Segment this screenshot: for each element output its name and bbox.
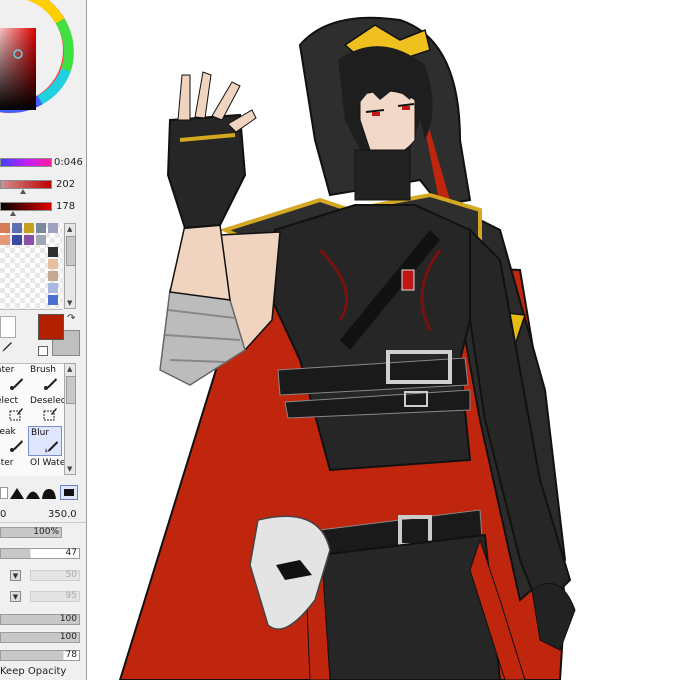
- persistence-value: 100: [59, 614, 77, 624]
- swatch[interactable]: [48, 259, 58, 269]
- tool-break[interactable]: reak: [0, 426, 28, 456]
- opacity-value: 100: [59, 632, 77, 642]
- swatch[interactable]: [48, 283, 58, 293]
- hue-value: 0:046: [54, 157, 83, 168]
- swatch[interactable]: [24, 235, 34, 245]
- saturation-slider[interactable]: [0, 180, 52, 189]
- swatch[interactable]: [0, 235, 10, 245]
- brush-shape-row: [0, 485, 86, 501]
- tool-water-2[interactable]: ster: [0, 457, 28, 487]
- tool-scrollbar[interactable]: ▲ ▼: [64, 363, 76, 475]
- tool-label: Blur: [31, 428, 50, 438]
- size-max-label: 0: [0, 509, 7, 520]
- min-size-value: 100%: [33, 527, 59, 537]
- scroll-up-icon[interactable]: ▲: [67, 225, 72, 233]
- brush-shape-option[interactable]: [10, 487, 24, 499]
- scroll-down-icon[interactable]: ▼: [67, 465, 72, 473]
- swatch[interactable]: [0, 223, 10, 233]
- tool-label: elect: [0, 396, 19, 406]
- drawing-canvas[interactable]: [87, 0, 680, 680]
- opacity-slider[interactable]: 100: [0, 632, 80, 643]
- size-row[interactable]: 0 350.0: [0, 509, 86, 523]
- keep-opacity-label[interactable]: Keep Opacity: [0, 666, 66, 677]
- brush-shape-option[interactable]: [0, 487, 8, 499]
- reset-colors-icon[interactable]: [38, 346, 48, 356]
- blur-icon: [45, 441, 58, 453]
- saturation-handle[interactable]: [20, 189, 26, 194]
- tool-deselect[interactable]: Deselect: [28, 395, 69, 425]
- density-value: 47: [65, 548, 77, 558]
- swatch-grid[interactable]: [0, 223, 62, 310]
- tool-oil-water[interactable]: Ol Wate: [28, 457, 66, 487]
- brush-shape-option[interactable]: [42, 487, 56, 499]
- brush-shape-option[interactable]: [26, 487, 40, 499]
- brush-shape-selected[interactable]: [60, 485, 78, 500]
- main-color[interactable]: [38, 314, 64, 340]
- chevron-down-icon: ▼: [12, 572, 19, 580]
- blur-strength-value: 78: [65, 650, 77, 660]
- character-illustration: [118, 16, 576, 680]
- swatch[interactable]: [24, 223, 34, 233]
- tool-select[interactable]: elect: [0, 395, 28, 425]
- scroll-thumb[interactable]: [66, 376, 76, 404]
- tool-panel: 0:046 202 178 ▲ ▼ ↷ ater: [0, 0, 87, 680]
- size-value: 350.0: [48, 509, 77, 520]
- chevron-down-icon: ▼: [12, 593, 19, 601]
- brush-icon: [10, 378, 23, 390]
- scroll-up-icon[interactable]: ▲: [67, 365, 72, 373]
- swatch-scrollbar[interactable]: ▲ ▼: [64, 223, 76, 309]
- eyedropper-icon[interactable]: [0, 340, 14, 354]
- tool-label: ster: [0, 458, 14, 468]
- swatch[interactable]: [48, 295, 58, 305]
- value-slider[interactable]: [0, 202, 52, 211]
- brush-icon: [44, 378, 57, 390]
- persistence-slider[interactable]: 100: [0, 614, 80, 625]
- tool-label: reak: [0, 427, 16, 437]
- hue-slider[interactable]: [0, 158, 52, 167]
- scroll-down-icon[interactable]: ▼: [67, 299, 72, 307]
- tool-label: Ol Wate: [30, 458, 66, 468]
- swatch[interactable]: [36, 223, 46, 233]
- blur-strength-slider[interactable]: 78: [0, 650, 80, 661]
- tool-water[interactable]: ater: [0, 364, 28, 394]
- brush-icon: [10, 440, 23, 452]
- blending-value: 50: [65, 570, 77, 580]
- tool-brush[interactable]: Brush: [28, 364, 62, 394]
- swatch[interactable]: [36, 235, 46, 245]
- value-value: 178: [56, 201, 76, 212]
- blending-slider: 50: [30, 570, 80, 581]
- select-pen-icon: [9, 408, 23, 421]
- saturation-value: 202: [56, 179, 76, 190]
- min-size-slider[interactable]: 100%: [0, 527, 62, 538]
- swatch[interactable]: [48, 247, 58, 257]
- blending-dropdown[interactable]: ▼: [10, 570, 21, 581]
- tool-grid: ater Brush elect Deselect reak Blur ster…: [0, 363, 69, 476]
- scroll-thumb[interactable]: [66, 236, 76, 266]
- swatch[interactable]: [12, 235, 22, 245]
- swap-colors-icon[interactable]: ↷: [67, 313, 75, 324]
- swatch[interactable]: [12, 223, 22, 233]
- tool-label: Brush: [30, 365, 56, 375]
- deselect-eraser-icon: [43, 408, 57, 421]
- tool-blur[interactable]: Blur: [28, 426, 62, 456]
- dilution-dropdown[interactable]: ▼: [10, 591, 21, 602]
- swatch[interactable]: [48, 223, 58, 233]
- swatch[interactable]: [48, 271, 58, 281]
- dilution-slider: 95: [30, 591, 80, 602]
- value-handle[interactable]: [10, 211, 16, 216]
- dilution-value: 95: [65, 591, 77, 601]
- color-wheel[interactable]: [0, 0, 80, 145]
- transparent-color-box[interactable]: [0, 316, 16, 338]
- tool-label: ater: [0, 365, 15, 375]
- density-slider[interactable]: 47: [0, 548, 80, 559]
